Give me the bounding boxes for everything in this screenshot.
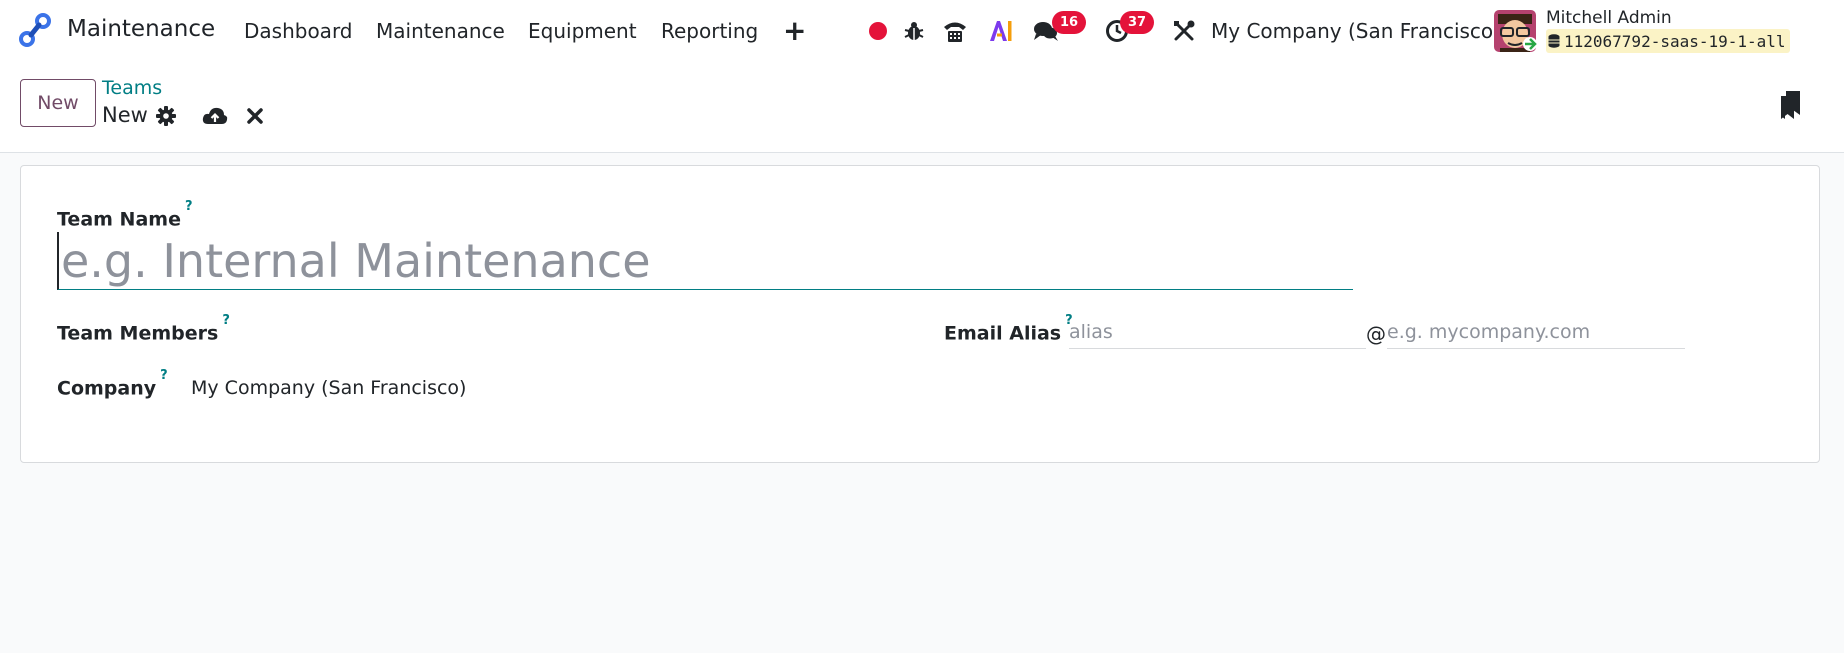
database-icon [1548, 34, 1560, 48]
team-name-input[interactable] [57, 232, 1353, 290]
discard-close-icon[interactable] [242, 103, 268, 129]
team-members-label: Team Members? [57, 313, 230, 345]
new-button[interactable]: New [20, 79, 96, 127]
bug-icon[interactable] [900, 17, 928, 45]
online-status-icon [1523, 37, 1537, 51]
save-cloud-icon[interactable] [202, 103, 228, 129]
company-label: Company? [57, 368, 168, 400]
menu-dashboard[interactable]: Dashboard [244, 19, 353, 43]
record-icon[interactable] [864, 17, 892, 45]
email-alias-label: Email Alias? [944, 313, 1073, 345]
plus-icon[interactable]: + [783, 14, 806, 47]
control-panel: New Teams New [0, 61, 1844, 153]
alias-input[interactable] [1069, 315, 1366, 349]
help-tooltip-icon[interactable]: ? [185, 199, 193, 214]
top-navbar: Maintenance Dashboard Maintenance Equipm… [0, 0, 1844, 61]
menu-equipment[interactable]: Equipment [528, 19, 637, 43]
help-tooltip-icon[interactable]: ? [222, 313, 230, 328]
settings-tools-icon[interactable] [1170, 17, 1198, 45]
help-tooltip-icon[interactable]: ? [160, 368, 168, 383]
user-name[interactable]: Mitchell Admin [1546, 8, 1672, 28]
database-name-text: 112067792-saas-19-1-all [1564, 31, 1786, 51]
database-name: 112067792-saas-19-1-all [1546, 29, 1790, 53]
phone-icon[interactable] [941, 17, 969, 45]
team-name-label: Team Name? [57, 199, 193, 231]
maintenance-app-icon[interactable] [18, 13, 52, 47]
menu-maintenance[interactable]: Maintenance [376, 19, 505, 43]
bookmarks-icon[interactable] [1777, 89, 1805, 121]
messages-count-badge: 16 [1052, 11, 1086, 34]
breadcrumb-teams[interactable]: Teams [102, 77, 162, 99]
form-sheet: Team Name? Team Members? Company? My Com… [20, 165, 1820, 463]
at-sign: @ [1366, 322, 1386, 346]
activities-count-badge: 37 [1120, 11, 1154, 34]
breadcrumb-current: New [102, 103, 148, 127]
company-switcher[interactable]: My Company (San Francisco) [1211, 19, 1501, 43]
app-name[interactable]: Maintenance [67, 16, 215, 42]
alias-domain-input[interactable] [1387, 315, 1685, 349]
ai-icon[interactable] [987, 17, 1015, 45]
menu-reporting[interactable]: Reporting [661, 19, 758, 43]
company-field[interactable]: My Company (San Francisco) [191, 377, 466, 399]
gear-icon[interactable] [153, 103, 179, 129]
